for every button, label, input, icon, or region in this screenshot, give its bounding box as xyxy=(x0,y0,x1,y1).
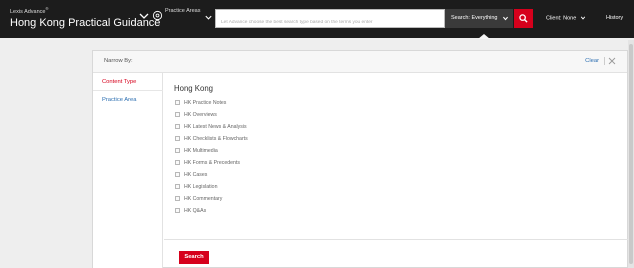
clear-link[interactable]: Clear xyxy=(585,58,599,64)
close-icon[interactable] xyxy=(608,57,616,65)
option-forms-precedents[interactable]: HK Forms & Precedents xyxy=(175,159,240,167)
option-practice-notes[interactable]: HK Practice Notes xyxy=(175,99,226,107)
option-overviews[interactable]: HK Overviews xyxy=(175,111,217,119)
checkbox[interactable] xyxy=(175,207,180,213)
divider xyxy=(164,239,628,240)
checkbox[interactable] xyxy=(175,183,180,189)
search-box xyxy=(215,9,445,31)
search-button[interactable] xyxy=(514,9,533,28)
chevron-down-icon xyxy=(503,16,508,21)
practice-areas-icon[interactable] xyxy=(152,10,163,21)
option-qas[interactable]: HK Q&As xyxy=(175,207,206,215)
checkbox[interactable] xyxy=(175,147,180,153)
chevron-down-icon[interactable] xyxy=(138,10,150,22)
search-scope-dropdown[interactable]: Search: Everything xyxy=(445,9,513,28)
panel-header: Narrow By: Clear xyxy=(93,51,627,73)
client-selector[interactable]: Client: None xyxy=(546,15,586,21)
sidebar-item-content-type[interactable]: Content Type xyxy=(93,73,163,91)
checkbox[interactable] xyxy=(175,159,180,165)
filter-sidebar: Content Type Practice Area xyxy=(93,73,163,268)
dropdown-caret xyxy=(478,34,490,39)
scrollbar-thumb[interactable] xyxy=(629,44,633,264)
search-submit-button[interactable]: Search xyxy=(179,251,209,264)
narrow-by-panel: Narrow By: Clear Content Type Practice A… xyxy=(92,50,628,268)
chevron-down-icon[interactable] xyxy=(204,13,213,22)
client-label: Client: None xyxy=(546,15,577,22)
option-commentary[interactable]: HK Commentary xyxy=(175,195,222,203)
option-multimedia[interactable]: HK Multimedia xyxy=(175,147,218,155)
divider xyxy=(604,57,605,65)
narrow-by-label: Narrow By: xyxy=(104,58,133,64)
region-title: Hong Kong xyxy=(174,84,214,93)
sidebar-item-practice-area[interactable]: Practice Area xyxy=(93,91,163,109)
chevron-down-icon xyxy=(580,16,585,20)
checkbox[interactable] xyxy=(175,99,180,105)
history-menu[interactable]: History xyxy=(606,15,623,21)
checkbox[interactable] xyxy=(175,135,180,141)
checkbox[interactable] xyxy=(175,123,180,129)
checkbox[interactable] xyxy=(175,111,180,117)
search-icon xyxy=(519,14,528,23)
option-cases[interactable]: HK Cases xyxy=(175,171,207,179)
option-checklists[interactable]: HK Checklists & Flowcharts xyxy=(175,135,248,143)
search-scope-label: Search: Everything xyxy=(451,15,498,21)
practice-areas-menu[interactable]: Practice Areas xyxy=(165,8,203,15)
filter-content: Hong Kong HK Practice Notes HK Overviews… xyxy=(164,73,628,268)
checkbox[interactable] xyxy=(175,195,180,201)
option-latest-news[interactable]: HK Latest News & Analysis xyxy=(175,123,247,131)
search-input[interactable] xyxy=(216,14,444,31)
checkbox[interactable] xyxy=(175,171,180,177)
top-bar: Lexis Advance® Hong Kong Practical Guida… xyxy=(0,0,634,39)
option-legislation[interactable]: HK Legislation xyxy=(175,183,217,191)
